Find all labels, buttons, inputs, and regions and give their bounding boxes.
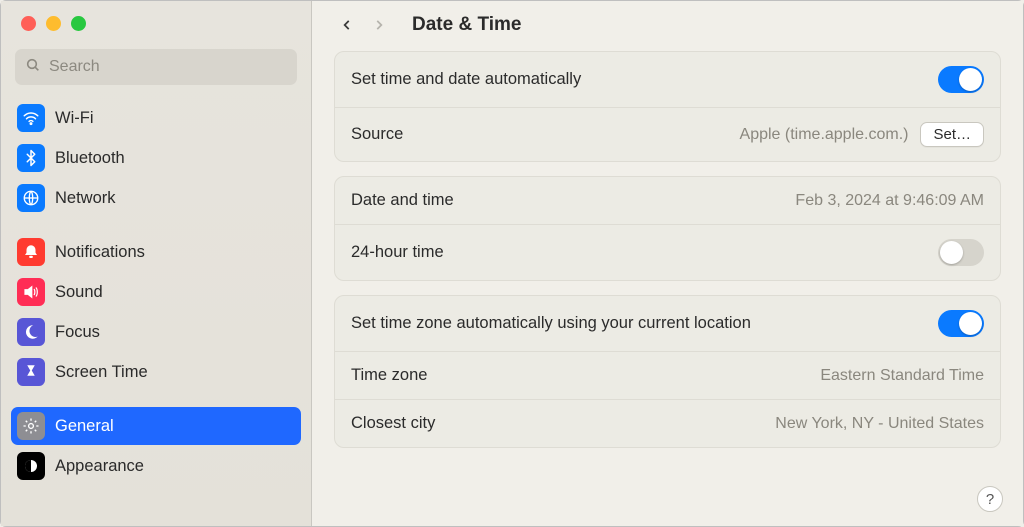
row-source: Source Apple (time.apple.com.) Set… [335,107,1000,161]
appearance-icon [17,452,45,480]
network-icon [17,184,45,212]
sidebar-item-sound[interactable]: Sound [11,273,301,311]
sidebar-item-network[interactable]: Network [11,179,301,217]
auto-time-toggle[interactable] [938,66,984,93]
sidebar-item-label: General [55,417,114,436]
sidebar-item-label: Screen Time [55,363,148,382]
zoom-window-button[interactable] [71,16,86,31]
source-set-button[interactable]: Set… [920,122,984,147]
forward-button[interactable] [366,13,392,37]
24-hour-label: 24-hour time [351,243,444,262]
time-zone-panel: Set time zone automatically using your c… [334,295,1001,448]
closest-city-label: Closest city [351,414,435,433]
sidebar-item-label: Sound [55,283,103,302]
general-icon [17,412,45,440]
sidebar-item-label: Focus [55,323,100,342]
row-auto-tz: Set time zone automatically using your c… [335,296,1000,351]
sidebar: Wi-Fi Bluetooth Network [1,1,312,526]
help-button[interactable]: ? [977,486,1003,512]
date-time-value: Feb 3, 2024 at 9:46:09 AM [795,192,984,210]
sidebar-item-label: Wi-Fi [55,109,93,128]
source-label: Source [351,125,403,144]
24-hour-toggle[interactable] [938,239,984,266]
sidebar-item-label: Appearance [55,457,144,476]
content-header: Date & Time [312,1,1023,51]
bluetooth-icon [17,144,45,172]
minimize-window-button[interactable] [46,16,61,31]
closest-city-value: New York, NY - United States [775,415,984,433]
sidebar-item-label: Notifications [55,243,145,262]
source-value: Apple (time.apple.com.) [740,126,909,144]
sidebar-item-screen-time[interactable]: Screen Time [11,353,301,391]
sidebar-item-notifications[interactable]: Notifications [11,233,301,271]
row-24-hour: 24-hour time [335,224,1000,280]
sound-icon [17,278,45,306]
auto-time-panel: Set time and date automatically Source A… [334,51,1001,162]
close-window-button[interactable] [21,16,36,31]
sidebar-item-label: Bluetooth [55,149,125,168]
date-time-panel: Date and time Feb 3, 2024 at 9:46:09 AM … [334,176,1001,281]
sidebar-list: Wi-Fi Bluetooth Network [1,95,311,487]
focus-icon [17,318,45,346]
page-title: Date & Time [412,14,521,36]
date-time-label: Date and time [351,191,454,210]
row-auto-time: Set time and date automatically [335,52,1000,107]
auto-tz-toggle[interactable] [938,310,984,337]
auto-tz-label: Set time zone automatically using your c… [351,314,751,333]
time-zone-label: Time zone [351,366,427,385]
row-closest-city: Closest city New York, NY - United State… [335,399,1000,447]
sidebar-item-bluetooth[interactable]: Bluetooth [11,139,301,177]
wifi-icon [17,104,45,132]
screentime-icon [17,358,45,386]
auto-time-label: Set time and date automatically [351,70,581,89]
row-date-time: Date and time Feb 3, 2024 at 9:46:09 AM [335,177,1000,224]
sidebar-item-appearance[interactable]: Appearance [11,447,301,485]
search-input[interactable] [49,58,287,76]
sidebar-item-label: Network [55,189,116,208]
sidebar-item-focus[interactable]: Focus [11,313,301,351]
search-field[interactable] [15,49,297,85]
sidebar-item-wifi[interactable]: Wi-Fi [11,99,301,137]
window-controls [1,1,311,31]
search-icon [25,57,41,78]
time-zone-value: Eastern Standard Time [820,367,984,385]
content-pane: Date & Time Set time and date automatica… [312,1,1023,526]
row-time-zone: Time zone Eastern Standard Time [335,351,1000,399]
sidebar-item-general[interactable]: General [11,407,301,445]
back-button[interactable] [334,13,360,37]
notifications-icon [17,238,45,266]
